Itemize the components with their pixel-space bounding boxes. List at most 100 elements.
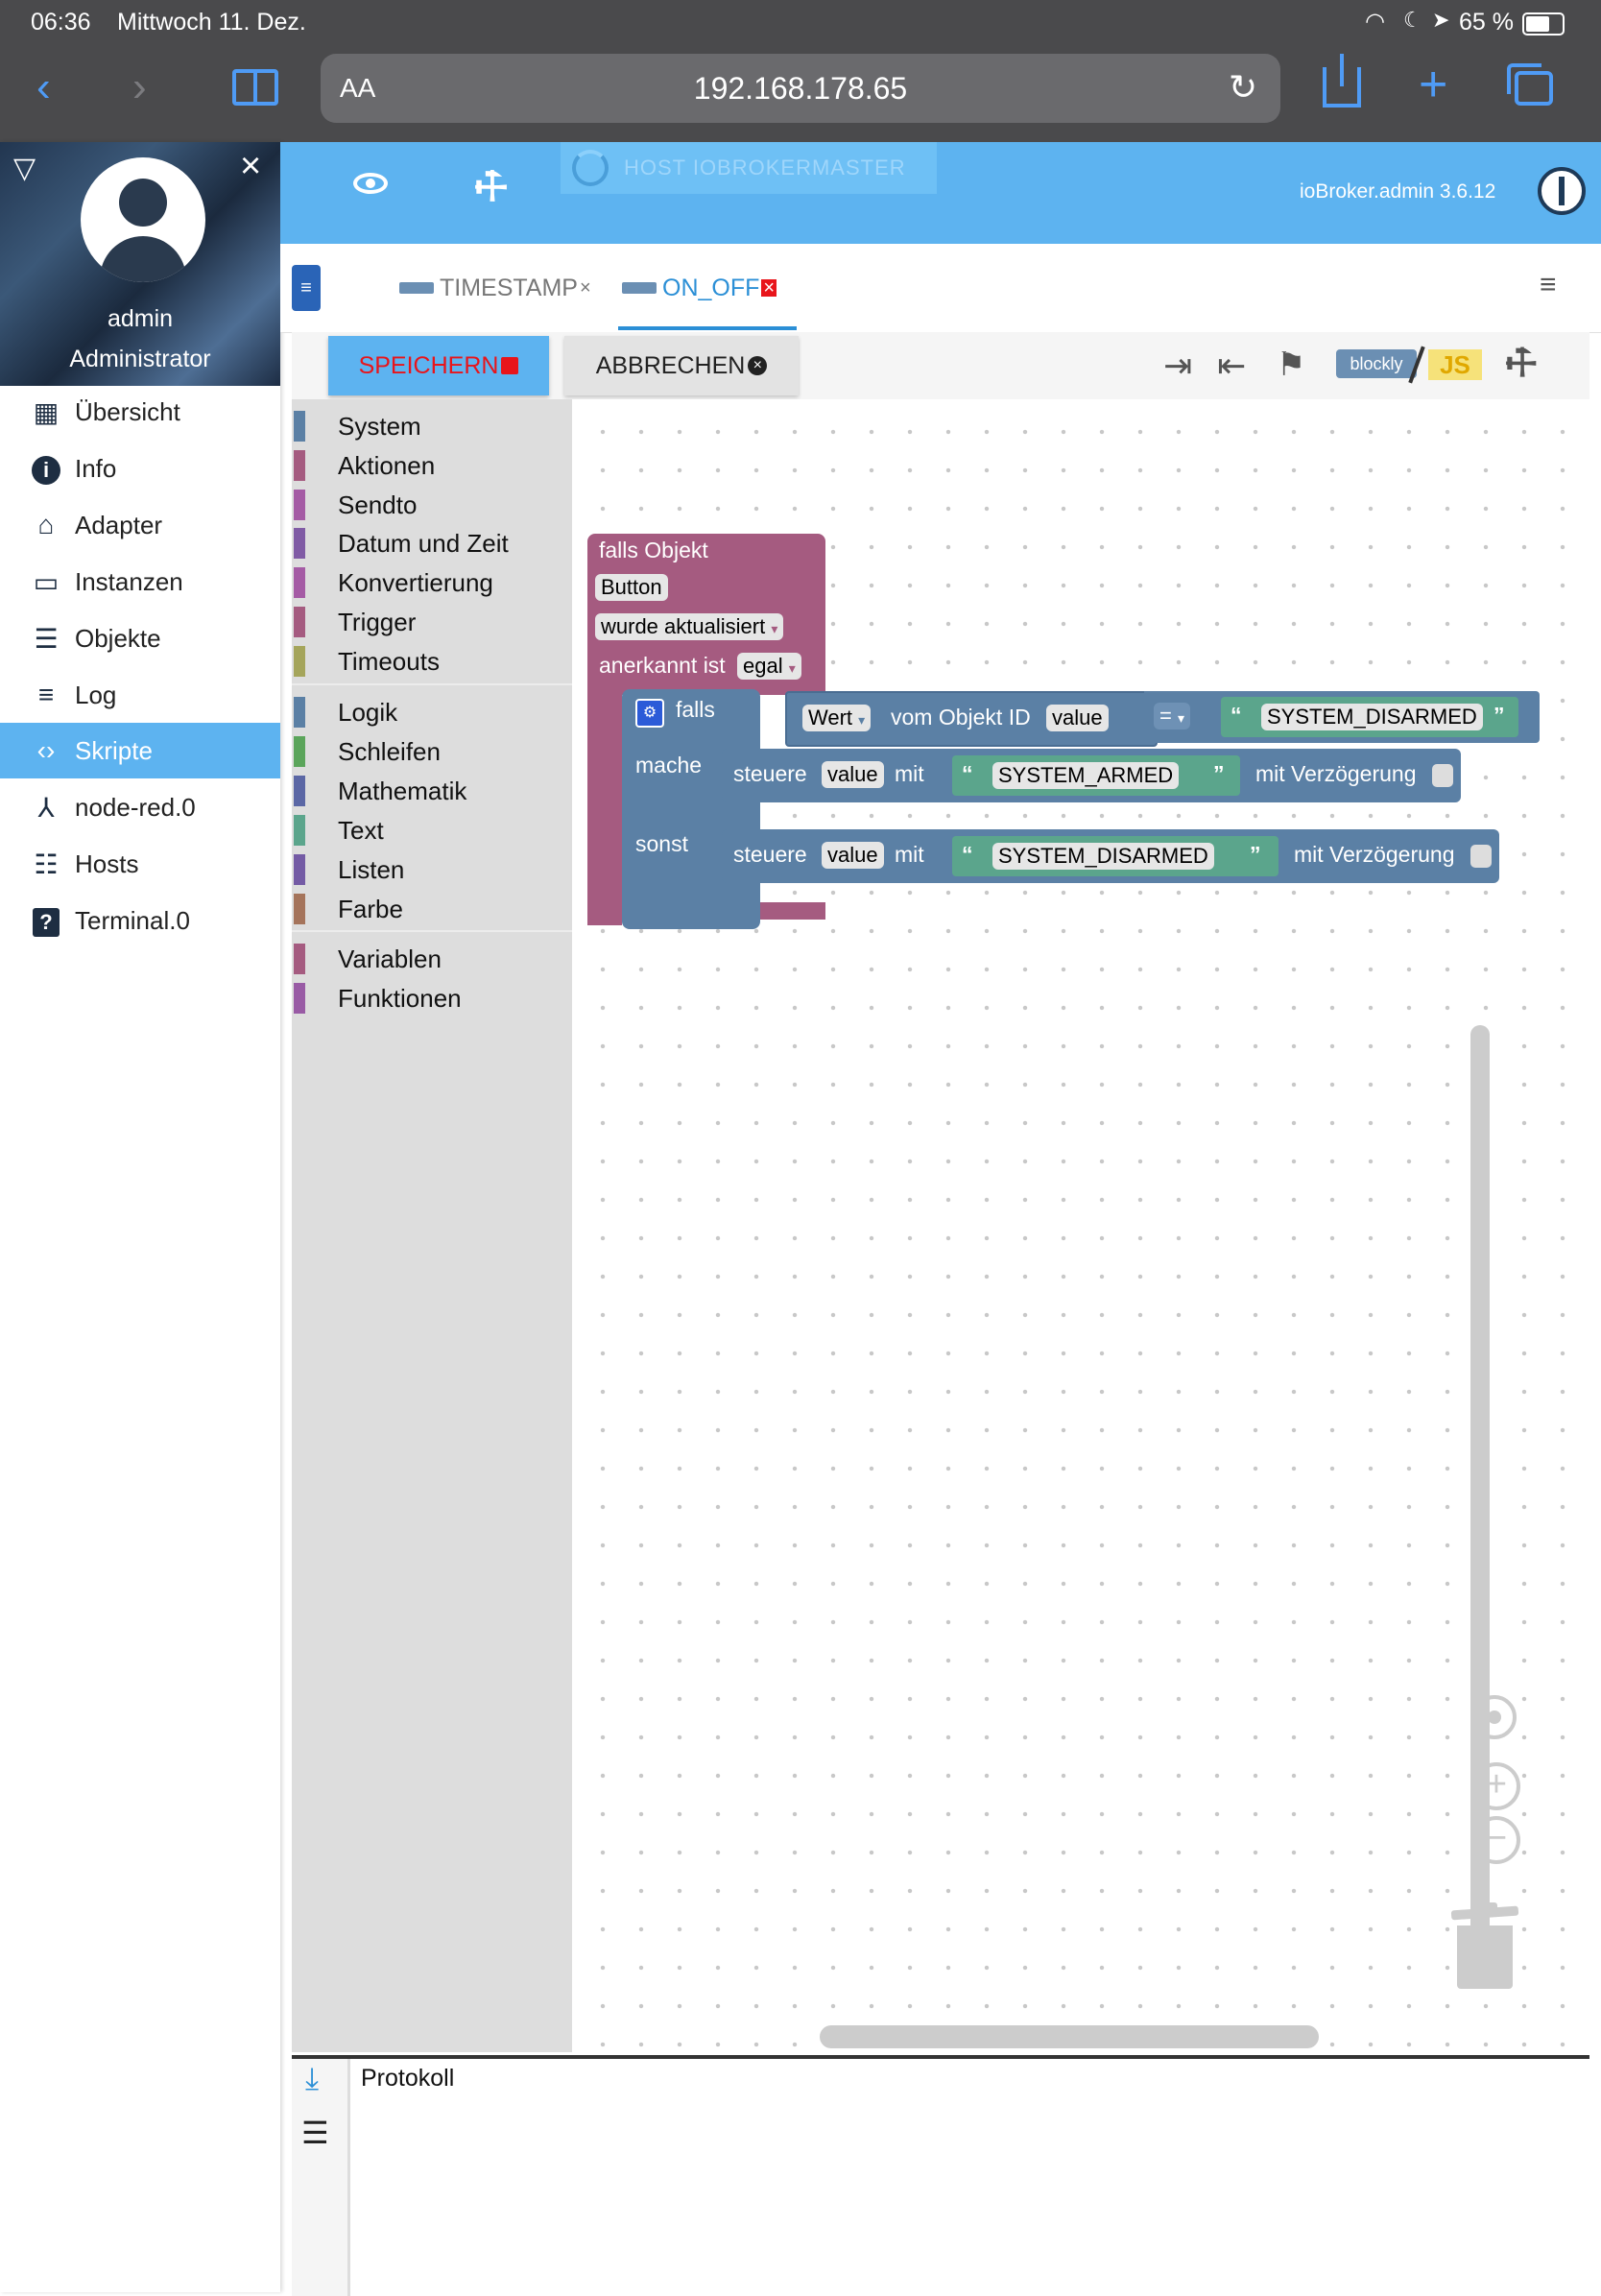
gear-icon[interactable]: ⚙ [635,699,664,728]
toolbox-category[interactable]: Trigger [292,605,572,639]
log-icon: ≡ [37,680,55,709]
blockly-js-toggle[interactable]: blockly JS [1336,346,1482,384]
toolbox-category[interactable]: Aktionen [292,448,572,483]
toolbox-category[interactable]: Farbe [292,892,572,926]
sidebar-item-terminal[interactable]: ? Terminal.0 [0,893,280,948]
category-label: Farbe [338,894,403,923]
export-icon[interactable]: ⇥ [1163,346,1192,386]
recenter-icon[interactable] [1472,1695,1517,1739]
ack-dropdown[interactable]: egal ▾ [737,653,801,680]
new-tab-icon[interactable]: + [1419,56,1447,113]
sidebar-item-node-red[interactable]: ⅄ node-red.0 [0,779,280,835]
control-block-do[interactable]: steuere value mit “ SYSTEM_ARMED ” mit V… [722,749,1461,802]
save-button[interactable]: SPEICHERN [328,336,549,395]
checkered-flag-icon[interactable]: ⚑ [1277,346,1305,384]
zoom-in-icon[interactable]: + [1472,1762,1520,1810]
sidebar: ▽ × admin Administrator ▦ Übersicht i Info… [0,142,280,2292]
wrench-icon[interactable]: ⚒ [464,159,519,215]
address-bar[interactable]: AA 192.168.178.65 ↻ [321,54,1280,123]
toolbox-category[interactable]: Konvertierung [292,565,572,600]
close-sidebar-icon[interactable]: × [240,146,261,187]
reload-icon[interactable]: ↻ [1229,67,1257,108]
sidebar-item-log[interactable]: ≡ Log [0,667,280,723]
sidebar-item-uebersicht[interactable]: ▦ Übersicht [0,384,280,440]
log-pane: ⤓ ☰ Protokoll [292,2055,1589,2296]
string-block[interactable]: “ SYSTEM_DISARMED ” [952,836,1278,876]
object-id-field[interactable]: value [822,761,884,788]
tab-on-off[interactable]: ON_OFF × [622,269,777,307]
string-block[interactable]: “ SYSTEM_ARMED ” [952,755,1240,796]
string-value[interactable]: SYSTEM_DISARMED [1261,704,1483,730]
horizontal-scrollbar[interactable] [820,2025,1319,2048]
operator-dropdown[interactable]: = ▾ [1154,703,1191,729]
log-toggle-icon[interactable]: ☰ [301,2115,329,2151]
avatar [81,157,205,282]
control-block-else[interactable]: steuere value mit “ SYSTEM_DISARMED ” mi… [722,829,1499,883]
log-title: Protokoll [361,2065,455,2092]
sidebar-item-adapter[interactable]: ⌂ Adapter [0,497,280,553]
triangle-menu-icon[interactable]: ▽ [13,152,36,185]
sidebar-item-skripte[interactable]: ‹› Skripte [0,723,280,778]
sidebar-item-objekte[interactable]: ☰ Objekte [0,610,280,666]
compare-block[interactable]: Wert ▾ vom Objekt ID value [785,691,1158,747]
toolbox-category[interactable]: Mathematik [292,774,572,808]
toolbox-category[interactable]: Sendto [292,488,572,522]
category-label: Variablen [338,944,442,973]
delay-checkbox[interactable] [1470,845,1492,868]
ack-label: anerkannt ist [599,653,726,678]
toolbox-category[interactable]: Listen [292,852,572,887]
toolbox-category[interactable]: Funktionen [292,981,572,1016]
tab-timestamp[interactable]: TIMESTAMP × [399,269,591,307]
object-field[interactable]: Button [595,574,668,601]
object-id-field[interactable]: value [822,842,884,869]
scroll-down-icon[interactable]: ⤓ [305,2061,319,2097]
cancel-x-icon: × [748,356,768,375]
toolbox-category[interactable]: Logik [292,695,572,729]
scripts-list-toggle[interactable]: ≡ [292,265,321,311]
host-selector[interactable]: HOST IOBROKERMASTER [561,142,937,194]
tab-label: ON_OFF [662,274,760,301]
import-icon[interactable]: ⇤ [1217,346,1246,386]
cancel-button[interactable]: ABBRECHEN × [564,336,799,395]
toolbox-category[interactable]: System [292,409,572,443]
if-else-block[interactable]: ⚙ falls mache sonst [622,689,760,929]
bookmarks-icon[interactable] [232,69,278,106]
vertical-scrollbar[interactable] [1470,1025,1490,1949]
toolbox-category[interactable]: Variablen [292,942,572,976]
toolbox-category[interactable]: Timeouts [292,644,572,679]
forward-icon[interactable]: › [132,63,147,111]
toolbox-category[interactable]: Datum und Zeit [292,526,572,561]
settings-wrench-icon[interactable]: ⚒ [1494,337,1548,391]
app-bar: ⚒ HOST IOBROKERMASTER ioBroker.admin 3.6… [280,142,1601,244]
category-label: Trigger [338,607,417,636]
tab-close-icon[interactable]: × [761,278,777,298]
string-block[interactable]: “ SYSTEM_DISARMED ” [1221,697,1518,737]
tab-close-icon[interactable]: × [580,277,591,299]
tabs-overview-icon[interactable] [1507,63,1553,106]
back-icon[interactable]: ‹ [36,63,51,111]
menu-lines-icon[interactable]: ≡ [1540,269,1557,301]
sidebar-item-hosts[interactable]: ☷ Hosts [0,836,280,892]
trigger-block[interactable]: falls Objekt Button wurde aktualisiert ▾… [587,534,825,695]
event-dropdown[interactable]: wurde aktualisiert ▾ [595,613,784,640]
trash-icon[interactable] [1450,1902,1519,1991]
string-value[interactable]: SYSTEM_ARMED [992,762,1180,789]
delay-checkbox[interactable] [1432,764,1453,787]
category-label: Datum und Zeit [338,528,509,558]
control-verb: steuere [733,842,807,867]
value-dropdown[interactable]: Wert ▾ [802,705,872,731]
toolbox-category[interactable]: Text [292,813,572,848]
sidebar-item-instanzen[interactable]: ▭ Instanzen [0,554,280,610]
zoom-out-icon[interactable]: − [1472,1816,1520,1864]
eye-icon[interactable] [353,173,388,194]
share-icon[interactable] [1323,54,1361,108]
string-value[interactable]: SYSTEM_DISARMED [992,843,1214,870]
url-text[interactable]: 192.168.178.65 [321,71,1280,107]
toolbox-category[interactable]: Schleifen [292,734,572,769]
sidebar-item-info[interactable]: i Info [0,441,280,496]
object-id-field[interactable]: value [1046,705,1109,731]
toolbox-separator [292,683,572,685]
moon-icon: ☾ [1403,8,1422,32]
do-label: mache [635,753,703,777]
blockly-workspace[interactable]: falls Objekt Button wurde aktualisiert ▾… [572,399,1589,2052]
